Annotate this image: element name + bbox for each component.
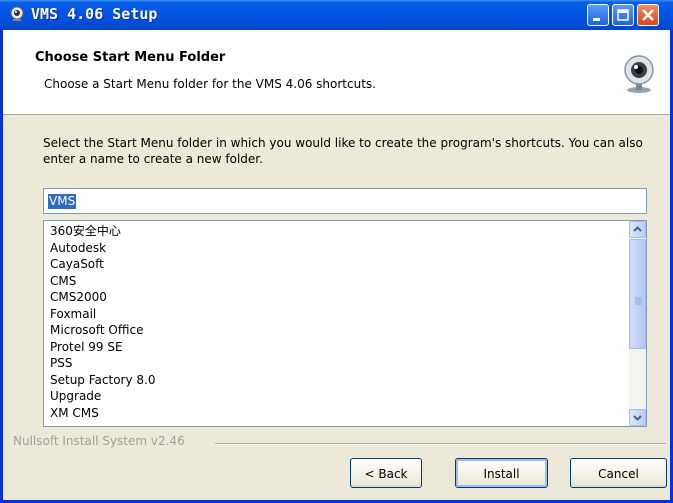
- chevron-up-icon: [633, 226, 642, 232]
- grip-icon: [635, 297, 642, 305]
- page-subtitle: Choose a Start Menu folder for the VMS 4…: [44, 77, 376, 91]
- page-title: Choose Start Menu Folder: [35, 50, 226, 65]
- window-title: VMS 4.06 Setup: [31, 5, 158, 23]
- close-icon: [642, 9, 654, 21]
- list-item[interactable]: Upgrade: [50, 388, 620, 405]
- instructions-text: Select the Start Menu folder in which yo…: [43, 136, 643, 166]
- list-item[interactable]: CMS: [50, 273, 620, 290]
- installer-window: VMS 4.06 Setup Choose Start Menu Folder …: [0, 0, 673, 503]
- webcam-icon: [624, 55, 654, 93]
- chevron-down-icon: [633, 415, 642, 421]
- scroll-up-button[interactable]: [629, 221, 646, 238]
- list-item[interactable]: Microsoft Office: [50, 322, 620, 339]
- maximize-icon: [617, 9, 629, 21]
- folder-name-input[interactable]: [43, 188, 647, 214]
- nsis-branding: Nullsoft Install System v2.46: [13, 434, 185, 448]
- close-button[interactable]: [637, 4, 659, 26]
- install-button[interactable]: Install: [455, 458, 548, 488]
- list-item[interactable]: Autodesk: [50, 240, 620, 257]
- list-item[interactable]: XM CMS: [50, 405, 620, 422]
- folder-list[interactable]: 360安全中心 Autodesk CayaSoft CMS CMS2000 Foxmail…: [43, 220, 647, 427]
- scroll-thumb[interactable]: [629, 239, 646, 349]
- list-item[interactable]: CMS2000: [50, 289, 620, 306]
- maximize-button[interactable]: [612, 4, 634, 26]
- list-item[interactable]: Protel 99 SE: [50, 339, 620, 356]
- title-bar[interactable]: VMS 4.06 Setup: [0, 0, 673, 30]
- minimize-icon: [593, 18, 600, 21]
- webcam-icon: [10, 6, 24, 21]
- back-button[interactable]: < Back: [350, 458, 422, 488]
- list-item[interactable]: 360安全中心: [50, 223, 620, 240]
- header-panel: Choose Start Menu Folder Choose a Start …: [3, 30, 670, 115]
- minimize-button[interactable]: [587, 4, 609, 26]
- footer-divider: [215, 443, 666, 445]
- list-item[interactable]: PSS: [50, 355, 620, 372]
- list-item[interactable]: CayaSoft: [50, 256, 620, 273]
- list-item[interactable]: Setup Factory 8.0: [50, 372, 620, 389]
- scroll-down-button[interactable]: [629, 409, 646, 426]
- list-item[interactable]: Foxmail: [50, 306, 620, 323]
- folder-name-selection: VMS: [48, 194, 77, 209]
- list-scrollbar[interactable]: [629, 221, 646, 426]
- cancel-button[interactable]: Cancel: [570, 458, 667, 488]
